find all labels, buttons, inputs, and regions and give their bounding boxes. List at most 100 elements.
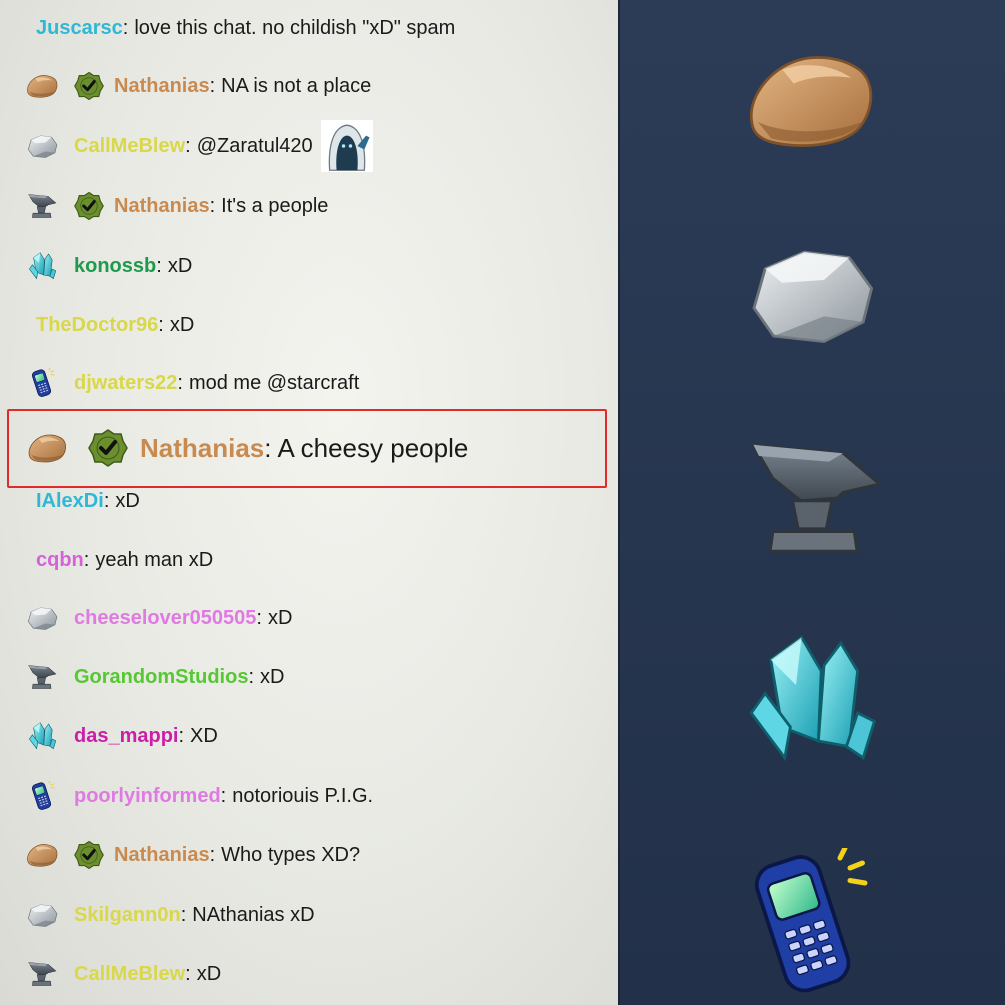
rock-badge-icon <box>25 840 59 870</box>
username-separator: : <box>103 489 110 512</box>
message-text: A cheesy people <box>277 432 469 463</box>
message-text: xD <box>115 489 140 512</box>
message-text: @Zaratul420 <box>196 134 313 157</box>
badge-slot <box>24 959 60 989</box>
chat-message: Nathanias: NA is not a place <box>0 66 618 106</box>
rock-badge-icon <box>740 45 880 155</box>
username-separator: : <box>185 962 191 985</box>
crystal-badge-icon <box>25 721 59 751</box>
username[interactable]: TheDoctor96 <box>36 314 158 337</box>
badge-tier-4 <box>740 624 880 779</box>
username-separator: : <box>185 134 191 157</box>
stone-badge-icon <box>740 238 880 350</box>
badge-slot <box>24 71 60 101</box>
chat-message: Skilgann0n: NAthanias xD <box>0 895 618 935</box>
message-text: yeah man xD <box>95 548 214 571</box>
username[interactable]: CallMeBlew <box>74 963 185 986</box>
phone-badge-icon <box>740 848 870 998</box>
chat-message: Juscarsc: love this chat. no childish "xD… <box>0 8 618 48</box>
checkmark-badge-icon <box>74 190 104 222</box>
anvil-badge-icon <box>25 191 59 221</box>
username-separator: : <box>209 843 216 866</box>
username-separator: : <box>178 724 185 747</box>
stone-badge-icon <box>25 900 59 930</box>
moderator-badge <box>74 191 104 221</box>
username[interactable]: konossb <box>74 255 156 278</box>
username-separator: : <box>177 371 183 394</box>
chat-message: djwaters22: mod me @starcraft <box>0 363 618 403</box>
username[interactable]: Nathanias <box>114 75 210 98</box>
username[interactable]: poorlyinformed <box>74 785 221 808</box>
badge-tier-3 <box>740 428 890 573</box>
badge-tier-5 <box>740 848 870 1003</box>
message-text: xD <box>167 254 193 277</box>
username-separator: : <box>122 16 129 39</box>
badge-slot <box>24 900 60 930</box>
crystal-badge-icon <box>740 624 880 774</box>
moderator-badge <box>74 71 104 101</box>
username[interactable]: CallMeBlew <box>74 135 185 158</box>
message-text: XD <box>190 724 218 747</box>
chat-message: CallMeBlew: xD <box>0 954 618 994</box>
username-separator: : <box>83 548 90 571</box>
checkmark-badge-icon <box>88 428 128 468</box>
chat-message: IAlexDi: xD <box>0 481 618 521</box>
username-separator: : <box>180 903 187 926</box>
message-text: xD <box>169 313 195 336</box>
badge-tier-1 <box>740 45 880 160</box>
moderator-badge <box>88 428 128 468</box>
username-separator: : <box>264 432 272 463</box>
anvil-badge-icon <box>25 662 59 692</box>
chat-message: cqbn: yeah man xD <box>0 540 618 580</box>
badge-slot <box>24 662 60 692</box>
ghost-wave-emote-icon <box>321 120 373 172</box>
username[interactable]: cheeselover050505 <box>74 607 256 630</box>
badge-slot <box>26 431 68 465</box>
chat-message: poorlyinformed: notoriouis P.I.G. <box>0 776 618 816</box>
username[interactable]: GorandomStudios <box>74 666 248 689</box>
anvil-badge-icon <box>740 428 890 568</box>
badge-slot <box>24 191 60 221</box>
phone-badge-icon <box>25 781 59 811</box>
username[interactable]: IAlexDi <box>36 490 104 513</box>
badge-slot <box>24 251 60 281</box>
chat-message: CallMeBlew: @Zaratul420 <box>0 126 618 166</box>
username[interactable]: das_mappi <box>74 725 178 748</box>
chat-message: konossb: xD <box>0 246 618 286</box>
username[interactable]: Nathanias <box>114 195 210 218</box>
message-text: NAthanias xD <box>192 903 315 926</box>
chat-message: GorandomStudios: xD <box>0 657 618 697</box>
username-separator: : <box>158 313 164 336</box>
badge-slot <box>24 131 60 161</box>
stone-badge-icon <box>25 131 59 161</box>
username[interactable]: Skilgann0n <box>74 904 181 927</box>
username[interactable]: djwaters22 <box>74 372 177 395</box>
crystal-badge-icon <box>25 251 59 281</box>
chat-message: TheDoctor96: xD <box>0 305 618 345</box>
username[interactable]: Nathanias <box>140 433 264 464</box>
username[interactable]: cqbn <box>36 549 84 572</box>
message-text: NA is not a place <box>221 74 372 97</box>
chat-message: Nathanias: It's a people <box>0 186 618 226</box>
rock-badge-icon <box>25 71 59 101</box>
chat-message: cheeselover050505: xD <box>0 598 618 638</box>
username-separator: : <box>256 606 262 629</box>
badge-slot <box>24 603 60 633</box>
phone-badge-icon <box>25 368 59 398</box>
chat-message: das_mappi: XD <box>0 716 618 756</box>
badge-tier-2 <box>740 238 880 355</box>
checkmark-badge-icon <box>74 70 104 102</box>
username-separator: : <box>209 74 216 97</box>
chat-message: Nathanias: Who types XD? <box>0 835 618 875</box>
username-separator: : <box>248 665 255 688</box>
message-text: love this chat. no childish "xD" spam <box>134 16 456 39</box>
badge-slot <box>24 721 60 751</box>
message-text: xD <box>267 606 293 629</box>
message-text: notoriouis P.I.G. <box>232 784 374 807</box>
anvil-badge-icon <box>25 959 59 989</box>
username[interactable]: Nathanias <box>114 844 210 867</box>
message-text: xD <box>260 665 285 688</box>
username[interactable]: Juscarsc <box>36 17 123 40</box>
badge-slot <box>24 781 60 811</box>
rock-badge-icon <box>26 431 68 465</box>
